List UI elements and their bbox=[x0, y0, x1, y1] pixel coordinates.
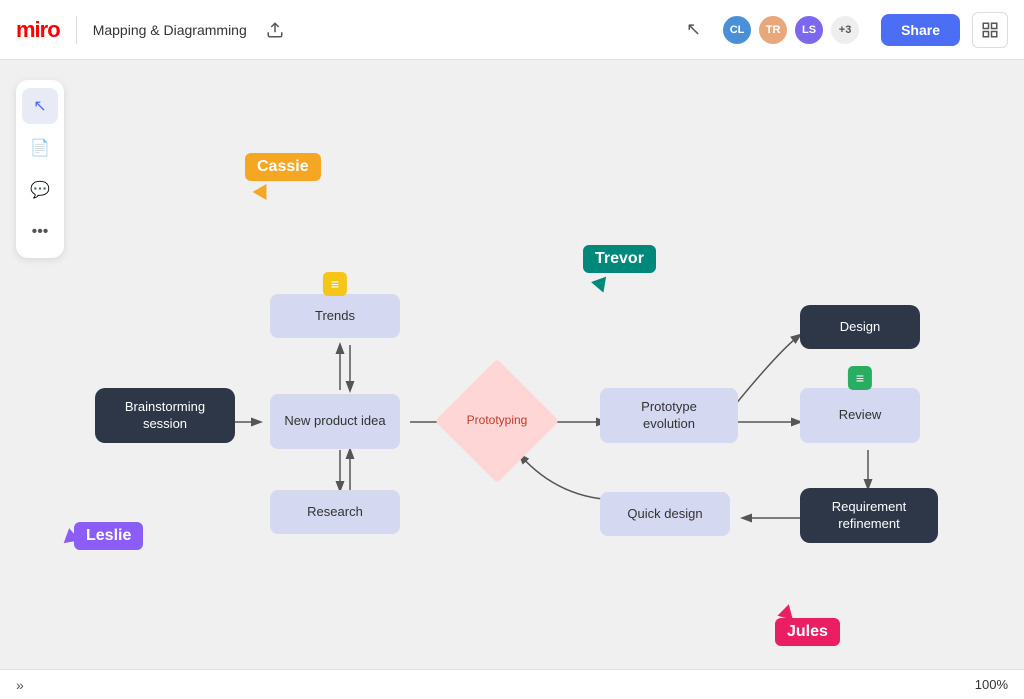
header: miro Mapping & Diagramming ↖ CL TR LS +3… bbox=[0, 0, 1024, 60]
requirement-node[interactable]: Requirement refinement bbox=[800, 488, 938, 543]
leslie-label: Leslie bbox=[74, 522, 143, 550]
prototype-evolution-node[interactable]: Prototype evolution bbox=[600, 388, 738, 443]
avatar-1: CL bbox=[721, 14, 753, 46]
trends-icon: ≡ bbox=[323, 272, 347, 296]
quick-design-node[interactable]: Quick design bbox=[600, 492, 730, 536]
jules-label: Jules bbox=[775, 618, 840, 646]
new-product-node[interactable]: New product idea bbox=[270, 394, 400, 449]
design-node[interactable]: Design bbox=[800, 305, 920, 349]
expand-button[interactable]: » bbox=[16, 677, 24, 693]
prototyping-container: Prototyping bbox=[453, 377, 541, 465]
avatars: CL TR LS +3 bbox=[721, 14, 861, 46]
more-tools[interactable]: ••• bbox=[22, 214, 58, 250]
template-button[interactable] bbox=[972, 12, 1008, 48]
cassie-arrow bbox=[253, 184, 274, 204]
share-button[interactable]: Share bbox=[881, 14, 960, 46]
prototyping-label: Prototyping bbox=[467, 413, 528, 429]
review-icon: ≡ bbox=[848, 366, 872, 390]
trends-node[interactable]: ≡ Trends bbox=[270, 294, 400, 338]
cursor-tool-icon: ↖ bbox=[686, 19, 701, 40]
research-node[interactable]: Research bbox=[270, 490, 400, 534]
review-node[interactable]: ≡ Review bbox=[800, 388, 920, 443]
avatar-3: LS bbox=[793, 14, 825, 46]
upload-icon bbox=[266, 21, 284, 39]
upload-button[interactable] bbox=[259, 14, 291, 46]
left-toolbar: ↖ 📄 💬 ••• bbox=[16, 80, 64, 258]
avatar-2: TR bbox=[757, 14, 789, 46]
diagram-arrows bbox=[0, 60, 1024, 669]
logo-divider bbox=[76, 16, 77, 44]
zoom-level: 100% bbox=[975, 677, 1008, 692]
select-tool[interactable]: ↖ bbox=[22, 88, 58, 124]
bottom-bar: » 100% bbox=[0, 669, 1024, 699]
comment-tool[interactable]: 💬 bbox=[22, 172, 58, 208]
board-title: Mapping & Diagramming bbox=[93, 22, 247, 38]
trevor-arrow bbox=[591, 277, 611, 296]
avatar-more: +3 bbox=[829, 14, 861, 46]
canvas: Brainstorming session ≡ Trends New produ… bbox=[0, 60, 1024, 669]
trevor-label: Trevor bbox=[583, 245, 656, 273]
sticky-tool[interactable]: 📄 bbox=[22, 130, 58, 166]
template-icon bbox=[981, 21, 999, 39]
brainstorming-node[interactable]: Brainstorming session bbox=[95, 388, 235, 443]
cassie-label: Cassie bbox=[245, 153, 321, 181]
logo: miro bbox=[16, 17, 60, 43]
